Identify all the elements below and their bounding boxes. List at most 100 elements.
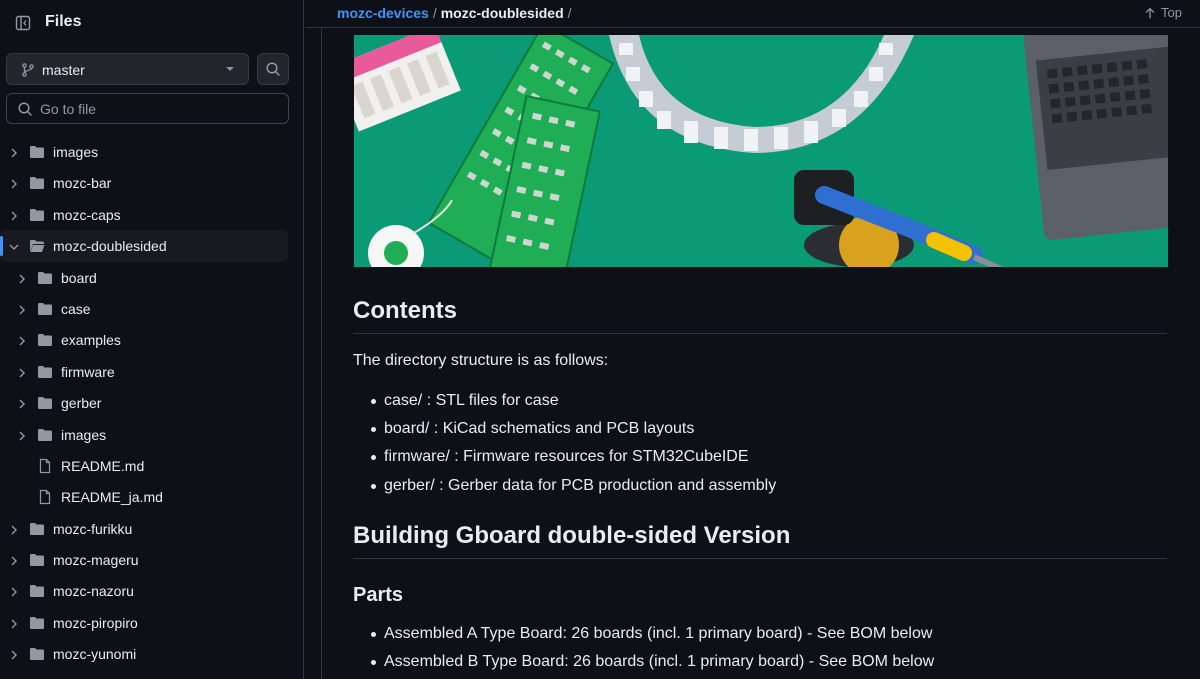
tree-item-label: images <box>53 144 99 160</box>
folder-icon <box>37 364 53 380</box>
tree-item-label: mozc-caps <box>53 206 121 223</box>
folder-icon <box>29 207 45 223</box>
file-icon <box>37 458 53 474</box>
chevron-right-icon[interactable] <box>16 272 28 284</box>
chevron-right-icon[interactable] <box>8 146 20 158</box>
folder-icon <box>29 552 45 568</box>
folder-icon <box>29 144 45 160</box>
tree-item-mozc-doublesided[interactable]: mozc-doublesided <box>0 230 288 262</box>
go-to-file-field[interactable] <box>6 93 289 124</box>
chevron-down-icon <box>226 67 234 71</box>
folder-icon <box>29 646 45 662</box>
chevron-right-icon[interactable] <box>16 397 28 409</box>
directory-list: case/ : STL files for case board/ : KiCad… <box>353 391 776 504</box>
search-button[interactable] <box>257 53 289 85</box>
readme-hero-image <box>354 35 1168 267</box>
back-to-top-label: Top <box>1161 5 1182 20</box>
chevron-right-icon[interactable] <box>8 585 20 597</box>
tree-item-label: mozc-doublesided <box>53 238 167 255</box>
tree-item-mozc-furikku[interactable]: mozc-furikku <box>0 513 288 544</box>
tree-item-gerber[interactable]: gerber <box>0 387 288 418</box>
chevron-right-icon[interactable] <box>16 303 28 315</box>
chevron-right-icon[interactable] <box>16 366 28 378</box>
directory-list-item: board/ : KiCad schematics and PCB layout… <box>353 419 776 447</box>
chevron-right-icon[interactable] <box>8 523 20 535</box>
contents-heading: Contents <box>353 297 1167 334</box>
tree-item-mozc-piropiro[interactable]: mozc-piropiro <box>0 607 288 638</box>
file-tree-sidebar: Files master images mozc-bar mozc-caps mozc… <box>0 0 304 679</box>
sidebar-header: Files <box>0 0 303 46</box>
breadcrumb: mozc-devices / mozc-doublesided / <box>337 5 576 21</box>
sidebar-collapse-icon <box>15 15 31 31</box>
breadcrumb-repo-link[interactable]: mozc-devices <box>337 5 429 21</box>
folder-icon <box>29 615 45 631</box>
folder-icon <box>37 332 53 348</box>
hero-photo-illustration <box>354 35 1168 267</box>
back-to-top-button[interactable]: Top <box>1143 5 1182 20</box>
folder-icon <box>37 270 53 286</box>
tree-item-label: mozc-piropiro <box>53 614 138 631</box>
directory-list-item: gerber/ : Gerber data for PCB production… <box>353 476 776 504</box>
tree-item-label: board <box>61 269 97 286</box>
tree-item-readme-ja-md[interactable]: README_ja.md <box>0 481 288 512</box>
parts-list-item: Assembled A Type Board: 26 boards (incl.… <box>353 624 934 652</box>
tree-item-mozc-bar[interactable]: mozc-bar <box>0 167 288 198</box>
branch-name: master <box>42 62 85 78</box>
sidebar-title: Files <box>45 13 82 30</box>
structure-intro: The directory structure is as follows: <box>353 352 609 369</box>
tree-item-label: firmware <box>61 363 115 380</box>
parts-list-item: Assembled B Type Board: 26 boards (incl.… <box>353 652 934 679</box>
folder-icon <box>37 301 53 317</box>
folder-icon <box>29 583 45 599</box>
chevron-right-icon[interactable] <box>16 429 28 441</box>
folder-icon <box>29 521 45 537</box>
sticky-header: mozc-devices / mozc-doublesided / Top <box>305 0 1200 28</box>
tree-item-case[interactable]: case <box>0 293 288 324</box>
breadcrumb-separator: / <box>567 5 572 21</box>
file-tree: images mozc-bar mozc-caps mozc-doublesided b… <box>0 136 303 670</box>
chevron-right-icon[interactable] <box>8 648 20 660</box>
tree-item-firmware[interactable]: firmware <box>0 356 288 387</box>
tree-item-label: case <box>61 300 91 317</box>
folder-icon <box>37 395 53 411</box>
tree-item-mozc-yunomi[interactable]: mozc-yunomi <box>0 638 288 669</box>
file-icon <box>37 489 53 505</box>
tree-item-label: mozc-mageru <box>53 552 139 569</box>
tree-item-label: mozc-nazoru <box>53 583 134 600</box>
breadcrumb-current: mozc-doublesided <box>440 5 564 21</box>
go-to-file-input[interactable] <box>40 99 280 119</box>
search-icon <box>18 102 32 116</box>
chevron-right-icon[interactable] <box>8 617 20 629</box>
tree-item-examples[interactable]: examples <box>0 324 288 355</box>
tree-item-label: mozc-yunomi <box>53 646 137 663</box>
tree-item-images[interactable]: images <box>0 419 288 450</box>
parts-list: Assembled A Type Board: 26 boards (incl.… <box>353 624 934 679</box>
tree-item-readme-md[interactable]: README.md <box>0 450 288 481</box>
chevron-right-icon[interactable] <box>16 334 28 346</box>
tree-item-label: README.md <box>61 457 145 474</box>
branch-selector-button[interactable]: master <box>6 53 249 85</box>
tree-item-label: images <box>61 426 107 443</box>
main-content: mozc-devices / mozc-doublesided / Top Co… <box>305 0 1200 679</box>
tree-item-label: gerber <box>61 395 102 412</box>
chevron-right-icon[interactable] <box>8 209 20 221</box>
chevron-right-icon[interactable] <box>8 177 20 189</box>
collapse-sidebar-button[interactable] <box>7 7 39 39</box>
build-heading: Building Gboard double-sided Version <box>353 522 1167 559</box>
tree-item-label: mozc-bar <box>53 175 112 192</box>
tree-item-mozc-mageru[interactable]: mozc-mageru <box>0 544 288 575</box>
tree-item-mozc-nazoru[interactable]: mozc-nazoru <box>0 575 288 606</box>
search-icon <box>266 62 280 76</box>
chevron-right-icon[interactable] <box>8 554 20 566</box>
tree-item-label: examples <box>61 332 121 349</box>
tree-item-mozc-caps[interactable]: mozc-caps <box>0 199 288 230</box>
tree-item-images[interactable]: images <box>0 136 288 167</box>
git-branch-icon <box>22 63 34 77</box>
directory-list-item: case/ : STL files for case <box>353 391 776 419</box>
tree-item-board[interactable]: board <box>0 262 288 293</box>
folder-icon <box>29 175 45 191</box>
tree-item-label: README_ja.md <box>61 489 163 506</box>
breadcrumb-separator: / <box>432 5 437 21</box>
folder-open-icon <box>29 238 45 254</box>
chevron-down-icon[interactable] <box>8 240 20 252</box>
